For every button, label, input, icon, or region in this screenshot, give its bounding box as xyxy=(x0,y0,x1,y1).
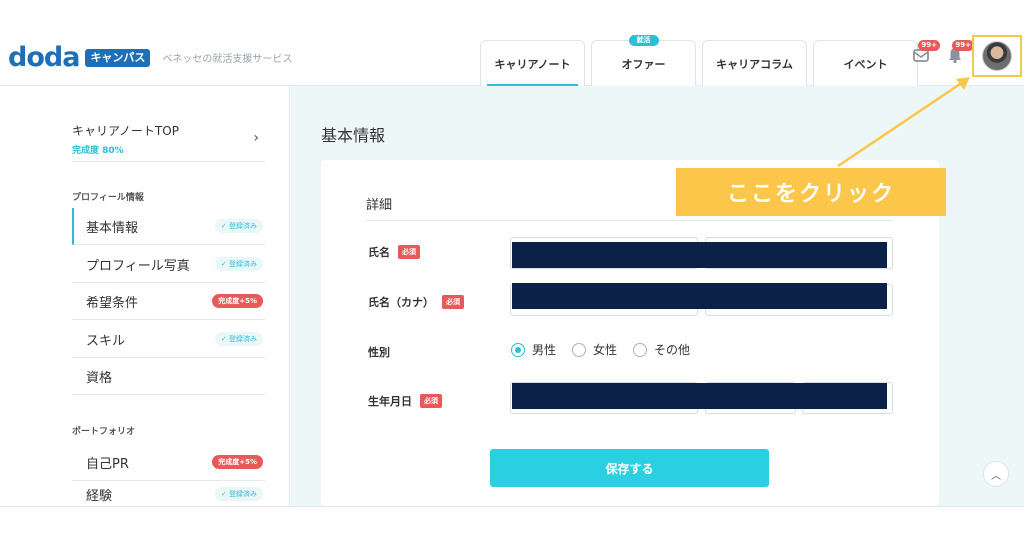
sidebar-item-self-pr[interactable]: 自己PR 完成度+5% xyxy=(72,444,265,481)
tab-career-note[interactable]: キャリアノート xyxy=(480,40,585,86)
sidebar-item-basic-info[interactable]: 基本情報 ✓ 登録済み xyxy=(72,208,265,245)
main-nav-tabs: キャリアノート 就活 オファー キャリアコラム イベント xyxy=(480,35,924,86)
gender-radio-other[interactable] xyxy=(633,342,648,357)
sidebar-item-label: プロフィール写真 xyxy=(86,258,190,274)
gender-radio-male[interactable] xyxy=(511,342,525,357)
sidebar-item-preferences[interactable]: 希望条件 完成度+5% xyxy=(72,283,265,320)
gender-label: 性別 xyxy=(368,346,390,359)
section-heading-portfolio: ポートフォリオ xyxy=(72,427,136,437)
tab-event[interactable]: イベント xyxy=(813,40,918,86)
logo-badge: キャンパス xyxy=(85,48,151,67)
tagline: ベネッセの就活支援サービス xyxy=(162,54,293,65)
message-button[interactable]: 99+ xyxy=(912,40,940,64)
status-badge: ✓ 登録済み xyxy=(214,257,263,271)
bottom-edge xyxy=(0,506,1024,538)
tab-label: オファー xyxy=(621,57,666,71)
status-badge: ✓ 登録済み xyxy=(214,332,263,346)
birthday-label: 生年月日 必須 xyxy=(368,393,442,409)
gender-radio-group: 男性 女性 その他 xyxy=(511,341,706,358)
sidebar-item-experience[interactable]: 経験 ✓ 登録済み xyxy=(72,482,265,506)
annotation-callout: ここをクリック xyxy=(676,168,946,216)
sidebar-career-note-top[interactable]: キャリアノートTOP 完成度 80% › xyxy=(72,122,265,162)
sidebar-top-title: キャリアノートTOP xyxy=(72,124,179,138)
site-header: doda キャンパス ベネッセの就活支援サービス キャリアノート 就活 オファー… xyxy=(0,0,1024,86)
notification-button[interactable]: 99+ xyxy=(946,40,974,64)
sidebar-item-label: スキル xyxy=(86,333,126,349)
tab-offer[interactable]: 就活 オファー xyxy=(591,35,696,86)
sidebar-item-label: 基本情報 xyxy=(86,220,139,236)
status-badge: 完成度+5% xyxy=(212,455,263,469)
chevron-up-icon: ︿ xyxy=(991,470,1001,482)
redacted-kana xyxy=(512,283,887,309)
required-badge: 必須 xyxy=(420,394,442,408)
main-content: 基本情報 詳細 氏名 必須 氏名（カナ） 必須 性別 男性 女性 その他 生年月… xyxy=(291,86,1024,506)
radio-label[interactable]: その他 xyxy=(654,341,690,358)
sidebar: キャリアノートTOP 完成度 80% › プロフィール情報 基本情報 ✓ 登録済… xyxy=(0,86,290,506)
status-badge: 完成度+5% xyxy=(212,294,263,308)
completion-rate: 完成度 80% xyxy=(72,146,124,156)
redacted-name xyxy=(512,242,887,268)
logo-wordmark: doda xyxy=(8,42,80,73)
divider xyxy=(366,220,894,221)
gender-radio-female[interactable] xyxy=(572,342,587,357)
sidebar-item-label: 自己PR xyxy=(86,456,129,472)
status-badge: ✓ 登録済み xyxy=(214,219,263,233)
kana-label: 氏名（カナ） 必須 xyxy=(368,294,464,310)
avatar-highlight[interactable] xyxy=(972,35,1022,77)
avatar[interactable] xyxy=(982,41,1012,71)
sidebar-item-profile-photo[interactable]: プロフィール写真 ✓ 登録済み xyxy=(72,246,265,283)
message-count-badge: 99+ xyxy=(918,40,940,51)
scroll-to-top-button[interactable]: ︿ xyxy=(983,461,1009,487)
chevron-right-icon: › xyxy=(253,130,259,146)
required-badge: 必須 xyxy=(442,295,464,309)
tab-label: イベント xyxy=(843,57,888,71)
sidebar-item-label: 希望条件 xyxy=(86,295,139,311)
sidebar-item-label: 経験 xyxy=(86,488,113,504)
sidebar-item-qualifications[interactable]: 資格 xyxy=(72,358,265,395)
status-badge: ✓ 登録済み xyxy=(214,487,263,501)
notification-count-badge: 99+ xyxy=(952,40,974,51)
tab-label: キャリアコラム xyxy=(716,57,793,71)
sidebar-item-skills[interactable]: スキル ✓ 登録済み xyxy=(72,321,265,358)
page-title: 基本情報 xyxy=(321,126,386,145)
required-badge: 必須 xyxy=(398,245,420,259)
tab-badge: 就活 xyxy=(628,35,659,46)
tab-career-column[interactable]: キャリアコラム xyxy=(702,40,807,86)
section-heading-profile: プロフィール情報 xyxy=(72,193,144,203)
name-label: 氏名 必須 xyxy=(368,244,420,260)
radio-label[interactable]: 女性 xyxy=(593,341,617,358)
doda-campus-logo[interactable]: doda キャンパス ベネッセの就活支援サービス xyxy=(8,44,292,71)
tab-label: キャリアノート xyxy=(494,57,571,71)
redacted-birthday xyxy=(512,383,887,409)
save-button[interactable]: 保存する xyxy=(490,449,769,487)
radio-label[interactable]: 男性 xyxy=(532,341,556,358)
sidebar-item-label: 資格 xyxy=(86,370,113,386)
card-subtitle: 詳細 xyxy=(366,198,393,213)
